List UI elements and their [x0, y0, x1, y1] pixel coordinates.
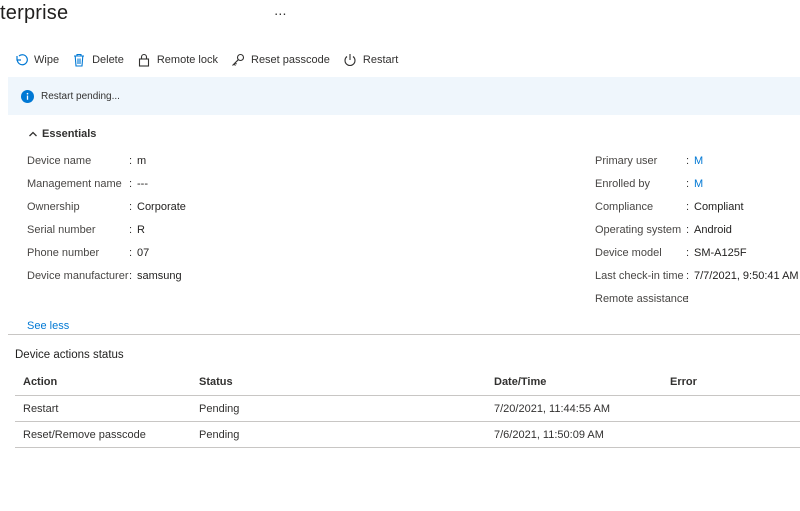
remote-lock-button[interactable]: Remote lock: [137, 53, 218, 67]
column-header-datetime[interactable]: Date/Time: [486, 369, 662, 396]
key-icon: [231, 53, 245, 67]
cell-action: Restart: [15, 395, 191, 422]
primary-user-link[interactable]: M: [694, 155, 703, 167]
column-header-action[interactable]: Action: [15, 369, 191, 396]
primary-user-row: Primary user: M: [595, 155, 704, 167]
more-options-icon[interactable]: ...: [274, 2, 286, 18]
see-less-link[interactable]: See less: [27, 320, 69, 332]
device-name-row: Device name: m: [27, 155, 147, 167]
restart-label: Restart: [362, 54, 399, 66]
banner-message: Restart pending...: [41, 90, 120, 102]
device-model-row: Device model: SM-A125F: [595, 247, 747, 259]
page-title-text: terprise: [0, 2, 69, 24]
power-icon: [343, 53, 357, 67]
field-label: Compliance: [595, 201, 654, 213]
field-label: Device manufacturer: [27, 270, 129, 282]
field-value: R: [137, 224, 145, 236]
cell-datetime: 7/6/2021, 11:50:09 AM: [486, 421, 662, 448]
field-value: Compliant: [694, 201, 744, 213]
cell-error: [662, 421, 800, 448]
remote-assistance-row: Remote assistance:: [595, 293, 690, 305]
remote-lock-label: Remote lock: [156, 54, 218, 66]
wipe-button[interactable]: Wipe: [14, 53, 59, 67]
field-label: Primary user: [595, 155, 658, 167]
ownership-row: Ownership: Corporate: [27, 201, 186, 213]
cell-status: Pending: [191, 421, 486, 448]
essentials-title: Essentials: [42, 128, 97, 140]
field-label: Device model: [595, 247, 662, 259]
serial-number-row: Serial number: R: [27, 224, 145, 236]
trash-icon: [72, 53, 86, 67]
wipe-icon: [14, 53, 28, 67]
field-label: Ownership: [27, 201, 80, 213]
field-value: ---: [137, 178, 148, 190]
reset-passcode-button[interactable]: Reset passcode: [231, 53, 330, 67]
field-value: m: [137, 155, 147, 167]
page-title: terprise...: [0, 2, 287, 25]
device-manufacturer-row: Device manufacturer: samsung: [27, 270, 182, 282]
restart-pending-banner: Restart pending...: [8, 77, 800, 115]
enrolled-by-link[interactable]: M: [694, 178, 703, 190]
info-icon: [21, 89, 34, 103]
cell-datetime: 7/20/2021, 11:44:55 AM: [486, 395, 662, 422]
field-label: Management name: [27, 178, 122, 190]
table-row[interactable]: Reset/Remove passcode Pending 7/6/2021, …: [15, 421, 800, 448]
delete-button[interactable]: Delete: [72, 53, 124, 67]
management-name-row: Management name: ---: [27, 178, 148, 190]
column-header-status[interactable]: Status: [191, 369, 486, 396]
column-header-error[interactable]: Error: [662, 369, 800, 396]
lock-icon: [137, 53, 151, 67]
command-bar: Wipe Delete Remote lock Reset passcode R…: [14, 50, 411, 70]
field-value: samsung: [137, 270, 182, 282]
table-row[interactable]: Restart Pending 7/20/2021, 11:44:55 AM: [15, 395, 800, 422]
field-label: Serial number: [27, 224, 96, 236]
wipe-label: Wipe: [34, 54, 60, 66]
phone-number-row: Phone number:07: [27, 247, 150, 259]
operating-system-row: Operating system: Android: [595, 224, 732, 236]
cell-action: Reset/Remove passcode: [15, 421, 191, 448]
essentials-toggle[interactable]: Essentials: [28, 128, 96, 140]
field-label: Device name: [27, 155, 92, 167]
field-value: Corporate: [137, 201, 186, 213]
compliance-row: Compliance: Compliant: [595, 201, 744, 213]
restart-button[interactable]: Restart: [343, 53, 398, 67]
field-value: 7/7/2021, 9:50:41 AM: [694, 270, 799, 282]
field-label: Phone number: [27, 247, 100, 259]
device-actions-status-title: Device actions status: [15, 349, 124, 361]
divider: [8, 334, 800, 335]
device-actions-table: Action Status Date/Time Error Restart Pe…: [15, 369, 800, 448]
field-label: Last check-in time: [595, 270, 684, 282]
last-check-in-row: Last check-in time:7/7/2021, 9:50:41 AM: [595, 270, 799, 282]
reset-passcode-label: Reset passcode: [251, 54, 330, 66]
delete-label: Delete: [92, 54, 124, 66]
cell-error: [662, 395, 800, 422]
field-label: Remote assistance: [595, 293, 689, 305]
field-value: 07: [137, 247, 150, 259]
field-value: Android: [694, 224, 732, 236]
table-header-row: Action Status Date/Time Error: [15, 369, 800, 396]
enrolled-by-row: Enrolled by: M: [595, 178, 704, 190]
field-label: Operating system: [595, 224, 682, 236]
field-value: SM-A125F: [694, 247, 747, 259]
field-label: Enrolled by: [595, 178, 651, 190]
cell-status: Pending: [191, 395, 486, 422]
chevron-up-icon: [29, 131, 37, 137]
